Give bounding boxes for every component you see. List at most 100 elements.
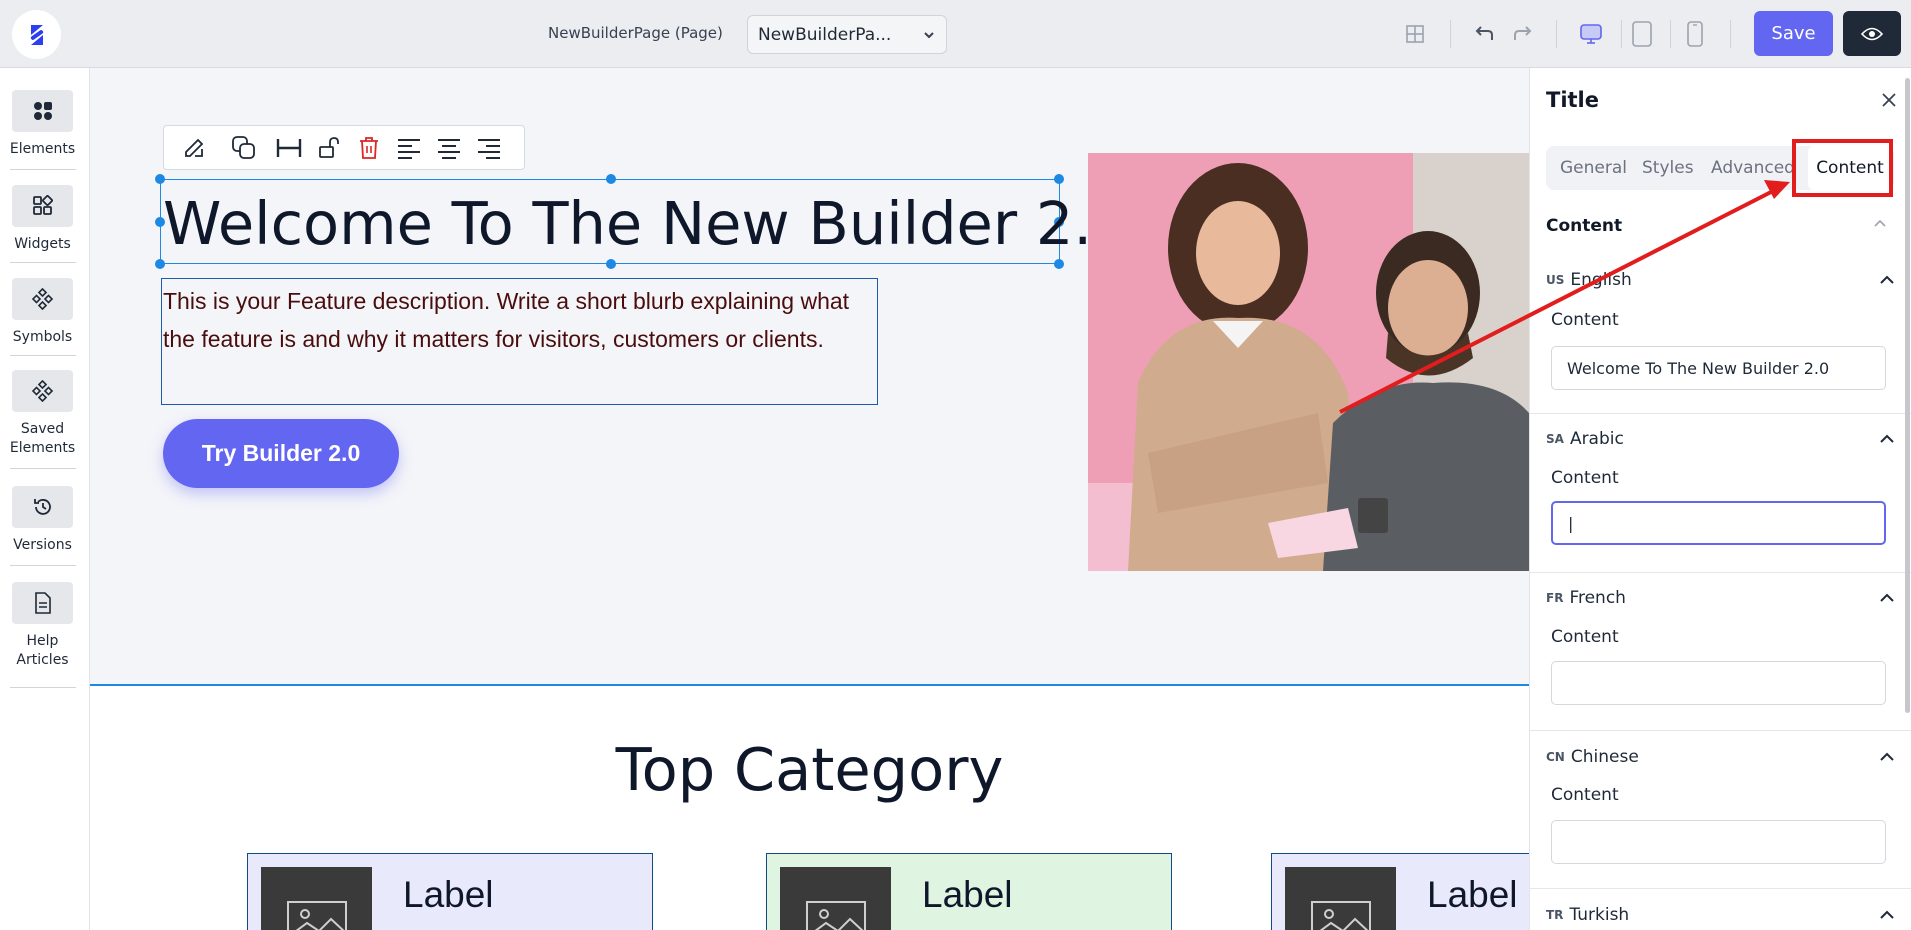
section-title[interactable]: Top Category <box>90 740 1529 799</box>
sidebar-item-saved-elements[interactable]: Saved Elements <box>0 370 85 458</box>
edit-icon[interactable] <box>174 128 214 168</box>
category-card[interactable]: Label <box>247 853 653 930</box>
content-section-header[interactable]: Content <box>1546 216 1622 236</box>
flag-code: FR <box>1546 591 1564 605</box>
app-logo[interactable] <box>12 10 61 59</box>
align-right-icon[interactable] <box>469 128 509 168</box>
language-header-english[interactable]: US English <box>1546 270 1896 290</box>
chevron-up-icon[interactable] <box>1878 748 1896 766</box>
content-input-chinese[interactable] <box>1551 820 1886 864</box>
chevron-up-icon[interactable] <box>1878 271 1896 289</box>
resize-handle[interactable] <box>1054 259 1064 269</box>
flag-code: CN <box>1546 750 1565 764</box>
hero-image[interactable] <box>1088 153 1529 571</box>
try-builder-button[interactable]: Try Builder 2.0 <box>163 419 399 488</box>
category-card[interactable]: Label <box>1271 853 1529 930</box>
hero-title[interactable]: Welcome To The New Builder 2.0 <box>163 194 1130 253</box>
sidebar-item-widgets[interactable]: Widgets <box>0 185 85 254</box>
symbols-icon <box>12 278 73 320</box>
sidebar-item-label: Widgets <box>14 236 71 252</box>
redo-icon[interactable] <box>1509 20 1537 48</box>
resize-handle[interactable] <box>606 174 616 184</box>
language-header-chinese[interactable]: CN Chinese <box>1546 747 1896 767</box>
image-placeholder-icon <box>1285 867 1396 930</box>
flag-code: SA <box>1546 432 1564 446</box>
chevron-up-icon[interactable] <box>1871 214 1889 232</box>
undo-icon[interactable] <box>1470 20 1498 48</box>
section-divider <box>1530 572 1911 573</box>
close-icon[interactable] <box>1879 90 1899 110</box>
mobile-icon[interactable] <box>1681 20 1709 48</box>
tab-general[interactable]: General <box>1560 146 1627 190</box>
grid-icon[interactable] <box>1401 20 1429 48</box>
section-divider <box>1530 730 1911 731</box>
eye-icon <box>1861 27 1883 40</box>
sidebar-item-symbols[interactable]: Symbols <box>0 278 85 347</box>
width-icon[interactable] <box>269 128 309 168</box>
hero-description[interactable]: This is your Feature description. Write … <box>163 282 873 358</box>
toolbar-divider <box>1670 20 1671 48</box>
sidebar-divider <box>10 355 76 356</box>
delete-icon[interactable] <box>349 128 389 168</box>
resize-handle[interactable] <box>1054 174 1064 184</box>
page-name-label: NewBuilderPage (Page) <box>548 24 723 42</box>
save-button[interactable]: Save <box>1754 11 1833 56</box>
align-center-icon[interactable] <box>429 128 469 168</box>
content-input-arabic[interactable] <box>1551 501 1886 545</box>
toolbar-divider <box>1730 20 1731 48</box>
preview-button[interactable] <box>1843 11 1901 56</box>
editor-canvas[interactable]: Welcome To The New Builder 2.0 This is y… <box>90 68 1529 930</box>
category-label: Label <box>1427 874 1518 915</box>
unlock-icon[interactable] <box>309 128 349 168</box>
elements-icon <box>12 90 73 132</box>
sidebar-item-label: Saved Elements <box>9 421 76 456</box>
sidebar-item-label: Help Articles <box>16 633 69 668</box>
toolbar-divider <box>1621 20 1622 48</box>
chevron-up-icon[interactable] <box>1878 589 1896 607</box>
annotation-highlight-box <box>1792 139 1893 197</box>
content-field-label: Content <box>1551 785 1619 805</box>
sidebar-divider <box>10 565 76 566</box>
language-name: Chinese <box>1570 747 1639 767</box>
sidebar-divider <box>10 687 76 688</box>
resize-handle[interactable] <box>606 259 616 269</box>
category-label: Label <box>403 874 494 915</box>
content-field-label: Content <box>1551 468 1619 488</box>
document-icon <box>12 582 73 624</box>
tab-styles[interactable]: Styles <box>1642 146 1694 190</box>
sidebar-item-help-articles[interactable]: Help Articles <box>0 582 85 670</box>
content-field-label: Content <box>1551 310 1619 330</box>
duplicate-icon[interactable] <box>224 128 264 168</box>
panel-scrollbar[interactable] <box>1905 78 1910 713</box>
sidebar-item-label: Symbols <box>12 329 73 345</box>
resize-handle[interactable] <box>155 259 165 269</box>
sidebar-item-label: Elements <box>9 141 76 157</box>
toolbar-divider <box>1450 20 1451 48</box>
section-divider <box>1530 888 1911 889</box>
sidebar-item-versions[interactable]: Versions <box>0 486 85 555</box>
content-input-french[interactable] <box>1551 661 1886 705</box>
language-header-arabic[interactable]: SA Arabic <box>1546 429 1896 449</box>
sidebar-divider <box>10 169 76 170</box>
resize-handle[interactable] <box>155 174 165 184</box>
section-divider <box>1530 413 1911 414</box>
align-left-icon[interactable] <box>389 128 429 168</box>
category-card[interactable]: Label <box>766 853 1172 930</box>
sidebar-divider <box>10 468 76 469</box>
sidebar-item-elements[interactable]: Elements <box>0 90 85 159</box>
language-header-turkish[interactable]: TR Turkish <box>1546 905 1896 925</box>
chevron-up-icon[interactable] <box>1878 430 1896 448</box>
widgets-icon <box>12 185 73 227</box>
content-input-english[interactable] <box>1551 346 1886 390</box>
sidebar-item-label: Versions <box>13 537 72 553</box>
desktop-icon[interactable] <box>1577 20 1605 48</box>
tab-advanced[interactable]: Advanced <box>1711 146 1795 190</box>
properties-panel: Title General Styles Advanced Content Co… <box>1529 68 1911 930</box>
language-header-french[interactable]: FR French <box>1546 588 1896 608</box>
tablet-icon[interactable] <box>1628 20 1656 48</box>
language-name: English <box>1570 270 1632 290</box>
page-select-dropdown[interactable]: NewBuilderPa... <box>747 15 947 54</box>
chevron-up-icon[interactable] <box>1878 906 1896 924</box>
chevron-down-icon <box>924 31 934 38</box>
saved-elements-icon <box>12 370 73 412</box>
